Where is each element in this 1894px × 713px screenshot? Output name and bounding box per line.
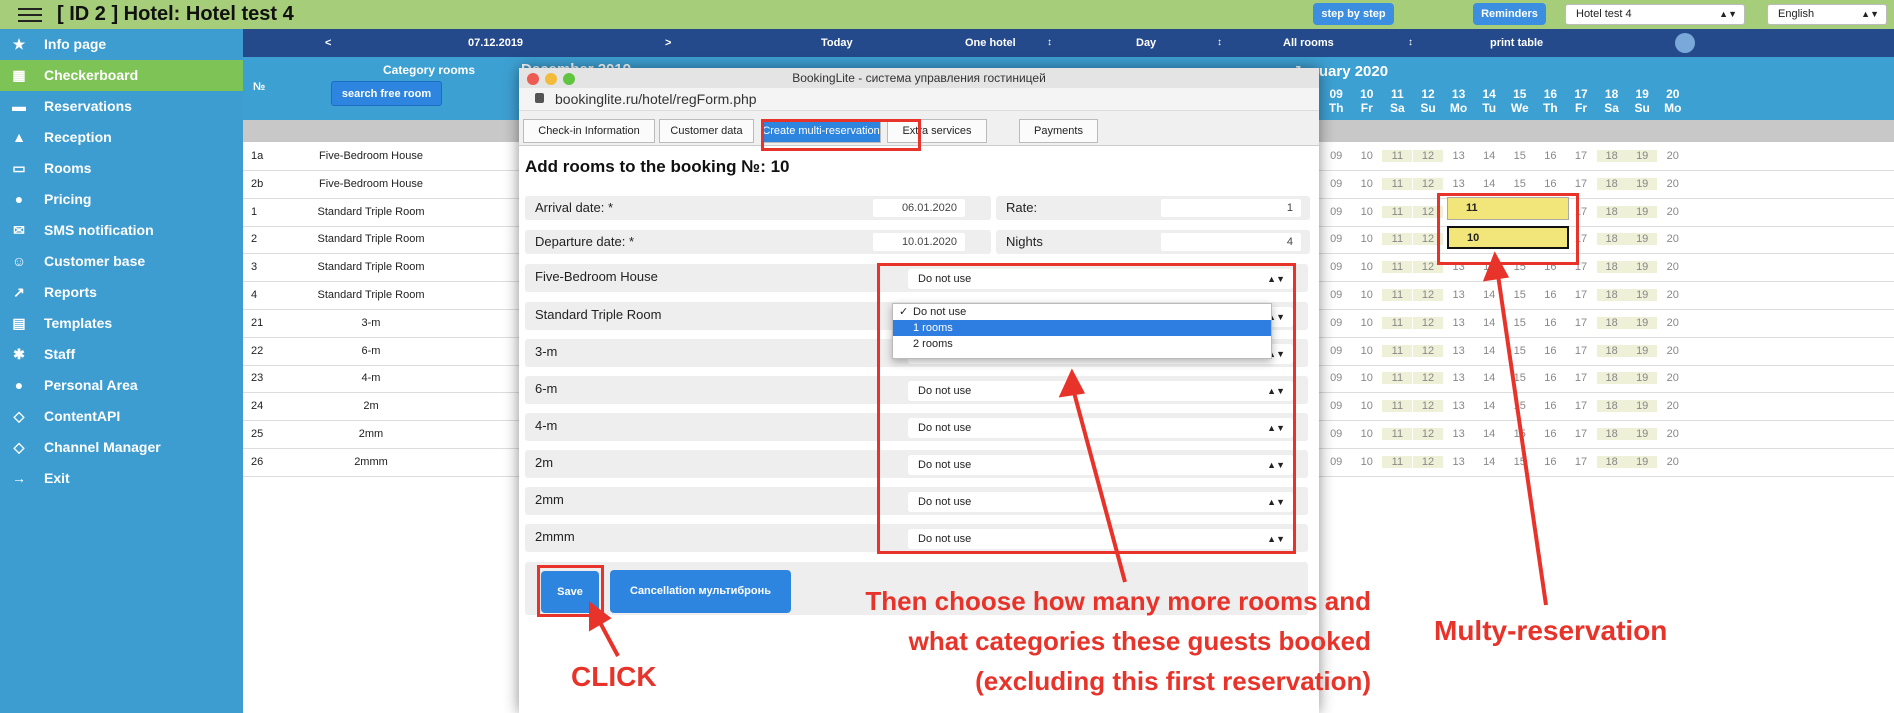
instruction-annotation: Then choose how many more rooms and what… xyxy=(865,586,1371,696)
multy-reservation-annotation: Multy-reservation xyxy=(1434,615,1668,646)
arrow-line xyxy=(1070,384,1127,583)
click-annotation: CLICK xyxy=(571,661,657,692)
arrow-head xyxy=(1482,251,1510,282)
arrow-head xyxy=(1058,368,1086,398)
arrow-line xyxy=(1495,267,1548,606)
arrow-head xyxy=(589,600,612,632)
